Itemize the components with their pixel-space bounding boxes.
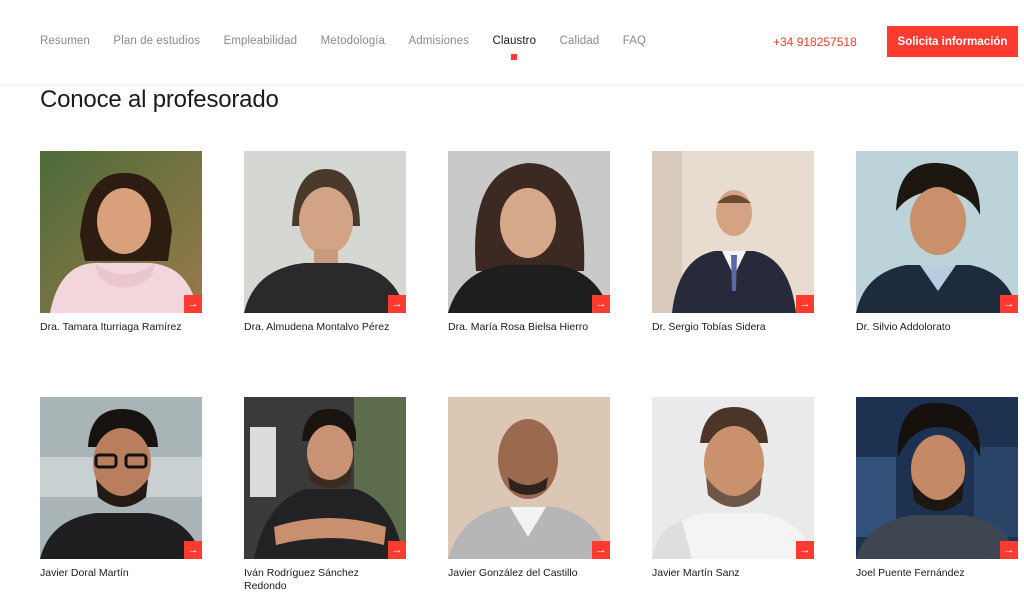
nav-label: Admisiones	[408, 35, 469, 47]
faculty-card[interactable]: → Dra. Tamara Iturriaga Ramírez	[40, 151, 202, 334]
faculty-name: Joel Puente Fernández	[856, 567, 965, 579]
arrow-right-icon[interactable]: →	[796, 295, 814, 313]
faculty-card[interactable]: → Dr. Silvio Addolorato	[856, 151, 1018, 334]
arrow-right-icon[interactable]: →	[388, 295, 406, 313]
faculty-name: Dra. Tamara Iturriaga Ramírez	[40, 321, 182, 333]
nav-label: Metodología	[320, 35, 386, 47]
faculty-card[interactable]: → Dra. María Rosa Bielsa Hierro	[448, 151, 610, 334]
nav-label: Resumen	[40, 35, 90, 47]
faculty-photo[interactable]: →	[40, 151, 202, 313]
faculty-card[interactable]: → Joel Puente Fernández	[856, 397, 1018, 580]
arrow-right-icon[interactable]: →	[1000, 541, 1018, 559]
arrow-right-icon[interactable]: →	[592, 541, 610, 559]
faculty-photo[interactable]: →	[652, 151, 814, 313]
faculty-card[interactable]: → Javier Doral Martín	[40, 397, 202, 580]
faculty-card[interactable]: → Dra. Almudena Montalvo Pérez	[244, 151, 406, 334]
faculty-name: Dra. Almudena Montalvo Pérez	[244, 321, 390, 333]
nav-plan-de-estudios[interactable]: Plan de estudios	[113, 35, 200, 47]
faculty-photo[interactable]: →	[244, 397, 406, 559]
active-indicator	[511, 54, 518, 60]
section-title: Conoce al profesorado	[40, 86, 279, 113]
nav-resumen[interactable]: Resumen	[40, 35, 90, 47]
nav-label: Plan de estudios	[113, 35, 201, 47]
faculty-photo[interactable]: →	[856, 397, 1018, 559]
arrow-right-icon[interactable]: →	[592, 295, 610, 313]
faculty-card[interactable]: → Iván Rodríguez Sánchez Redondo	[244, 397, 406, 593]
nav-claustro[interactable]: Claustro	[492, 35, 537, 60]
nav-label: Claustro	[492, 35, 537, 47]
nav-faq[interactable]: FAQ	[623, 35, 646, 47]
nav-empleabilidad[interactable]: Empleabilidad	[224, 35, 298, 47]
faculty-photo[interactable]: →	[448, 397, 610, 559]
faculty-name: Dra. María Rosa Bielsa Hierro	[448, 321, 589, 333]
faculty-photo[interactable]: →	[244, 151, 406, 313]
faculty-card[interactable]: → Dr. Sergio Tobías Sidera	[652, 151, 814, 334]
arrow-right-icon[interactable]: →	[796, 541, 814, 559]
faculty-photo[interactable]: →	[40, 397, 202, 559]
faculty-name: Dr. Silvio Addolorato	[856, 321, 951, 333]
faculty-photo[interactable]: →	[652, 397, 814, 559]
faculty-photo[interactable]: →	[448, 151, 610, 313]
faculty-name: Javier González del Castillo	[448, 567, 578, 579]
top-navigation-bar: Resumen Plan de estudios Empleabilidad M…	[0, 0, 1024, 84]
nav-label: FAQ	[622, 35, 647, 47]
faculty-card[interactable]: → Javier González del Castillo	[448, 397, 610, 580]
request-info-button[interactable]: Solicita información	[887, 26, 1018, 57]
faculty-card[interactable]: → Javier Martín Sanz	[652, 397, 814, 580]
faculty-name: Javier Martín Sanz	[652, 567, 740, 579]
arrow-right-icon[interactable]: →	[184, 541, 202, 559]
phone-link[interactable]: +34 918257518	[773, 35, 857, 49]
section-nav: Resumen Plan de estudios Empleabilidad M…	[40, 35, 670, 60]
faculty-photo[interactable]: →	[856, 151, 1018, 313]
arrow-right-icon[interactable]: →	[388, 541, 406, 559]
faculty-name: Dr. Sergio Tobías Sidera	[652, 321, 766, 333]
nav-label: Empleabilidad	[223, 35, 298, 47]
faculty-name: Javier Doral Martín	[40, 567, 129, 579]
nav-admisiones[interactable]: Admisiones	[409, 35, 469, 47]
faculty-name: Iván Rodríguez Sánchez Redondo	[244, 567, 359, 592]
nav-metodologia[interactable]: Metodología	[321, 35, 385, 47]
nav-label: Calidad	[559, 35, 600, 47]
arrow-right-icon[interactable]: →	[1000, 295, 1018, 313]
nav-calidad[interactable]: Calidad	[560, 35, 600, 47]
arrow-right-icon[interactable]: →	[184, 295, 202, 313]
